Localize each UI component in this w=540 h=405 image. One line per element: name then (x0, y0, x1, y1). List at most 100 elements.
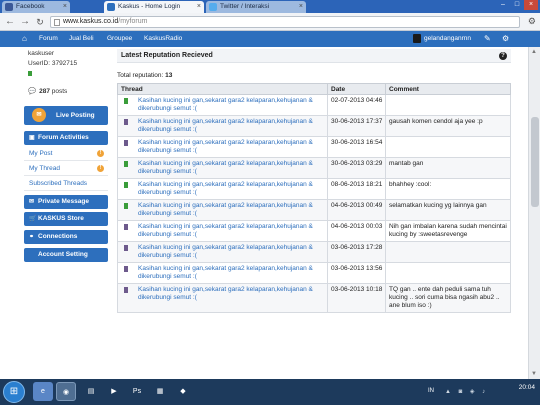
tab-facebook[interactable]: Facebook × (2, 1, 70, 13)
tab-kaskus[interactable]: Kaskus - Home Login × (104, 1, 204, 13)
thread-link[interactable]: Kasihan kucing ini gan,sekarat gara2 kel… (138, 118, 313, 133)
taskbar-folder-icon[interactable]: ▦ (150, 382, 170, 401)
thread-link[interactable]: Kasihan kucing ini gan,sekarat gara2 kel… (138, 244, 313, 259)
date-cell: 03-06-2013 13:56 (327, 262, 386, 284)
minimize-window-icon[interactable]: – (496, 0, 510, 10)
taskbar-ie-icon[interactable]: e (33, 382, 53, 401)
windows-taskbar: ⊞ e ◉ ▤ ▶ Ps ▦ ◆ IN ▲ ◙ ◈ ♪ 20:04 (0, 379, 540, 405)
thread-link[interactable]: Kasihan kucing ini gan,sekarat gara2 kel… (138, 139, 313, 154)
address-bar[interactable]: www.kaskus.co.id/myforum (50, 16, 520, 28)
tab-title: Twitter / Interaksi (220, 3, 270, 10)
table-row: Kasihan kucing ini gan,sekarat gara2 kel… (117, 199, 511, 221)
thread-link[interactable]: Kasihan kucing ini gan,sekarat gara2 kel… (138, 160, 313, 175)
nav-username[interactable]: gelandanganrnn (424, 31, 471, 47)
taskbar-clock[interactable]: 20:04 (519, 384, 535, 391)
back-arrow-icon[interactable]: ← (4, 16, 16, 28)
thread-link[interactable]: Kasihan kucing ini gan,sekarat gara2 kel… (138, 181, 313, 196)
sidebar-item-label: My Post (29, 150, 53, 157)
close-tab-icon[interactable]: × (197, 1, 201, 13)
language-indicator[interactable]: IN (428, 388, 434, 394)
home-icon[interactable]: ⌂ (22, 31, 27, 47)
live-posting-button[interactable]: ✉ Live Posting (24, 106, 108, 125)
page-title: Latest Reputation Recieved (121, 52, 213, 59)
notification-badge-icon: ! (97, 150, 104, 157)
reload-icon[interactable]: ↻ (34, 16, 46, 28)
column-header-comment: Comment (385, 83, 511, 95)
reputation-icon (124, 182, 128, 188)
taskbar-media-player-icon[interactable]: ▶ (104, 382, 124, 401)
taskbar-explorer-icon[interactable]: ▤ (81, 382, 101, 401)
edit-pencil-icon[interactable]: ✎ (484, 31, 491, 47)
taskbar-app-icon[interactable]: ◆ (173, 382, 193, 401)
close-tab-icon[interactable]: × (299, 1, 303, 13)
thread-link[interactable]: Kasihan kucing ini gan,sekarat gara2 kel… (138, 97, 313, 112)
thread-link[interactable]: Kasihan kucing ini gan,sekarat gara2 kel… (138, 265, 313, 280)
page-scrollbar[interactable]: ▲ ▼ (528, 47, 540, 379)
private-message-label: Private Message (38, 198, 89, 205)
comment-cell: mantab gan (385, 157, 511, 179)
speech-bubble-icon: 💬 (28, 88, 37, 95)
reputation-icon (124, 140, 128, 146)
forum-activities-header[interactable]: ▣ Forum Activities (24, 131, 108, 145)
settings-gear-icon[interactable]: ⚙ (502, 31, 509, 47)
facebook-favicon-icon (5, 3, 13, 11)
comment-cell: Nih gan imbalan karena sudah mencintai k… (385, 220, 511, 242)
tab-twitter[interactable]: Twitter / Interaksi × (206, 1, 306, 13)
date-cell: 03-06-2013 10:18 (327, 283, 386, 313)
scroll-down-arrow-icon[interactable]: ▼ (531, 371, 537, 377)
wrench-menu-icon[interactable]: ⚙ (528, 16, 536, 27)
page-icon (54, 19, 60, 26)
table-row: Kasihan kucing ini gan,sekarat gara2 kel… (117, 262, 511, 284)
posts-count[interactable]: 💬 287 posts (28, 87, 67, 95)
nav-kaskusradio[interactable]: KaskusRadio (144, 31, 182, 47)
date-cell: 08-06-2013 18:21 (327, 178, 386, 200)
online-status-icon (28, 71, 32, 76)
sidebar-item-my-post[interactable]: My Post ! (24, 146, 108, 161)
nav-jual-beli[interactable]: Jual Beli (69, 31, 94, 47)
sidebar-item-subscribed-threads[interactable]: Subscribed Threads (24, 176, 108, 191)
nav-forum[interactable]: Forum (39, 31, 58, 47)
thread-link[interactable]: Kasihan kucing ini gan,sekarat gara2 kel… (138, 223, 313, 238)
private-message-button[interactable]: ✉ Private Message (24, 195, 108, 209)
total-reputation-label: Total reputation: (117, 72, 164, 79)
taskbar-photoshop-icon[interactable]: Ps (127, 382, 147, 401)
date-cell: 03-06-2013 17:28 (327, 241, 386, 263)
posts-label: posts (51, 88, 68, 95)
maximize-window-icon[interactable]: □ (510, 0, 524, 10)
close-window-icon[interactable]: × (524, 0, 538, 10)
system-tray-icons[interactable]: ▲ ◙ ◈ ♪ (445, 388, 488, 395)
account-setting-button[interactable]: Account Setting (24, 248, 108, 262)
forward-arrow-icon[interactable]: → (19, 16, 31, 28)
thread-link[interactable]: Kasihan kucing ini gan,sekarat gara2 kel… (138, 286, 313, 301)
sidebar-item-my-thread[interactable]: My Thread ! (24, 161, 108, 176)
page-main: kaskuser UserID: 3792715 💬 287 posts ✉ Li… (0, 47, 528, 379)
user-id-label: UserID: 3792715 (28, 60, 78, 67)
start-button-icon[interactable]: ⊞ (3, 381, 25, 403)
help-question-icon[interactable]: ? (499, 52, 507, 60)
reputation-panel-header: Latest Reputation Recieved ? (117, 49, 511, 63)
scrollbar-thumb[interactable] (531, 117, 539, 207)
thread-cell: Kasihan kucing ini gan,sekarat gara2 kel… (117, 136, 328, 158)
comment-cell (385, 94, 511, 116)
table-row: Kasihan kucing ini gan,sekarat gara2 kel… (117, 241, 511, 263)
close-tab-icon[interactable]: × (63, 1, 67, 13)
connections-button[interactable]: ⚭ Connections (24, 230, 108, 244)
comment-cell (385, 241, 511, 263)
taskbar-chrome-icon[interactable]: ◉ (56, 382, 76, 401)
nav-groupee[interactable]: Groupee (107, 31, 132, 47)
browser-tab-strip: Facebook × Kaskus - Home Login × Twitter… (0, 0, 540, 13)
thread-link[interactable]: Kasihan kucing ini gan,sekarat gara2 kel… (138, 202, 313, 217)
user-avatar-icon[interactable] (413, 34, 421, 43)
url-path: /myforum (118, 18, 148, 25)
thread-cell: Kasihan kucing ini gan,sekarat gara2 kel… (117, 262, 328, 284)
table-row: Kasihan kucing ini gan,sekarat gara2 kel… (117, 178, 511, 200)
reputation-icon (124, 245, 128, 251)
live-posting-label: Live Posting (56, 112, 95, 119)
kaskus-store-button[interactable]: 🛒 KASKUS Store (24, 212, 108, 226)
kaskus-favicon-icon (107, 3, 115, 11)
reputation-icon (124, 161, 128, 167)
scroll-up-arrow-icon[interactable]: ▲ (531, 49, 537, 55)
user-group-label: kaskuser (28, 50, 55, 57)
thread-cell: Kasihan kucing ini gan,sekarat gara2 kel… (117, 199, 328, 221)
connections-label: Connections (38, 233, 78, 240)
